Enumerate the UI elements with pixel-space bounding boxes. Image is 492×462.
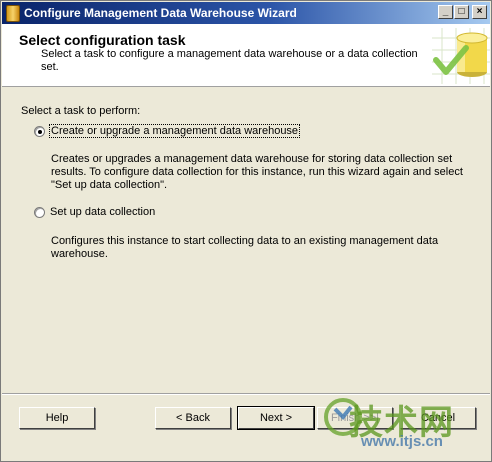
cancel-button[interactable]: Cancel [400, 407, 476, 429]
footer-divider [2, 393, 490, 395]
close-button[interactable]: × [472, 5, 487, 19]
radio-create-warehouse[interactable] [34, 126, 45, 137]
database-check-icon [432, 28, 490, 84]
option-setup-collection-label[interactable]: Set up data collection [50, 206, 155, 218]
page-title: Select configuration task [19, 32, 185, 48]
minimize-button[interactable]: _ [438, 5, 453, 19]
wizard-header: Select configuration task Select a task … [2, 24, 490, 87]
option-create-warehouse[interactable]: Create or upgrade a management data ware… [34, 125, 299, 137]
wizard-app-icon [6, 5, 20, 22]
option-create-warehouse-label[interactable]: Create or upgrade a management data ware… [50, 125, 299, 137]
maximize-button[interactable]: □ [454, 5, 469, 19]
next-button[interactable]: Next > [238, 407, 314, 429]
page-description: Select a task to configure a management … [41, 48, 421, 74]
task-prompt-label: Select a task to perform: [21, 105, 140, 117]
radio-setup-collection[interactable] [34, 207, 45, 218]
watermark-url: www.itjs.cn [361, 433, 443, 450]
help-button[interactable]: Help [19, 407, 95, 429]
option-create-warehouse-description: Creates or upgrades a management data wa… [51, 153, 481, 192]
option-setup-collection-description: Configures this instance to start collec… [51, 235, 481, 261]
wizard-window: Configure Management Data Warehouse Wiza… [0, 0, 492, 462]
option-setup-collection[interactable]: Set up data collection [34, 206, 155, 218]
window-title: Configure Management Data Warehouse Wiza… [24, 6, 297, 20]
back-button[interactable]: < Back [155, 407, 231, 429]
finish-button[interactable]: Finish >>| [317, 407, 393, 429]
title-bar[interactable]: Configure Management Data Warehouse Wiza… [2, 2, 490, 24]
